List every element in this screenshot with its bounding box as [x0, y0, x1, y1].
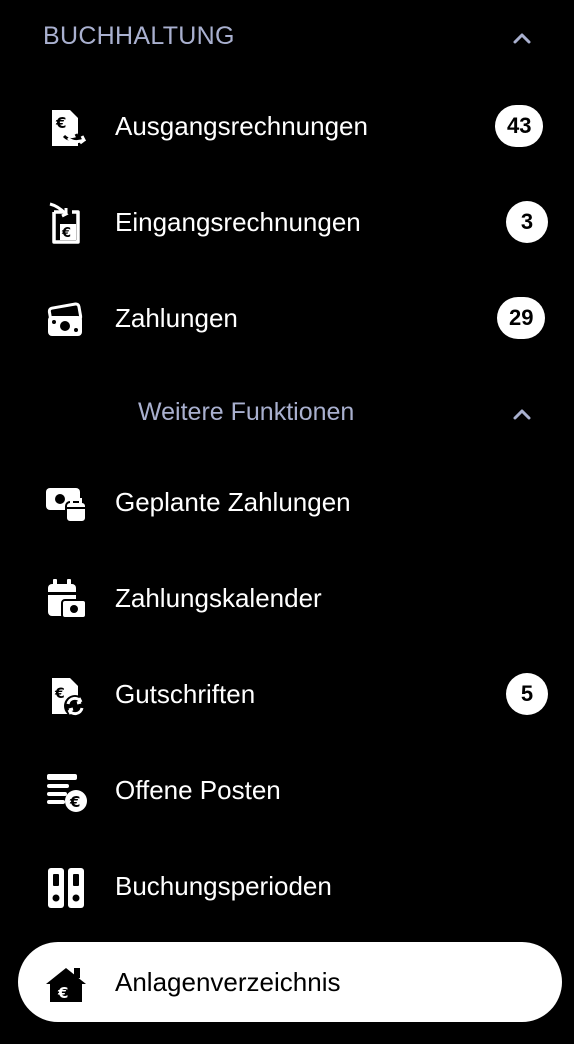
subsection-title: Weitere Funktionen [138, 398, 355, 426]
nav-item-zahlungen[interactable]: Zahlungen 29 [18, 278, 562, 358]
svg-text:€: € [54, 686, 65, 702]
chevron-up-icon[interactable] [512, 407, 532, 421]
nav-item-label: Zahlungskalender [115, 583, 322, 613]
nav-item-label: Zahlungen [115, 303, 238, 333]
payment-calendar-icon [48, 579, 87, 619]
count-badge: 29 [497, 297, 546, 339]
credit-note-icon: € [52, 678, 86, 717]
nav-item-gutschriften[interactable]: € Gutschriften 5 [18, 654, 562, 734]
nav-item-label: Gutschriften [115, 679, 256, 709]
nav-item-offene-posten[interactable]: € Offene Posten [18, 750, 562, 830]
count-badge: 43 [495, 105, 544, 147]
count-badge: 5 [506, 673, 548, 715]
nav-item-eingangsrechnungen[interactable]: € Eingangsrechnungen 3 [18, 182, 562, 262]
nav-item-label: Eingangsrechnungen [115, 207, 361, 237]
svg-text:€: € [69, 793, 80, 811]
open-items-icon: € [47, 774, 87, 812]
payments-icon [47, 302, 83, 336]
nav-item-geplante-zahlungen[interactable]: Geplante Zahlungen [18, 462, 562, 542]
nav-item-anlagenverzeichnis[interactable]: € Anlagenverzeichnis [18, 942, 562, 1022]
booking-periods-icon [48, 868, 84, 908]
count-badge: 3 [506, 201, 548, 243]
nav-item-zahlungskalender[interactable]: Zahlungskalender [18, 558, 562, 638]
nav-item-ausgangsrechnungen[interactable]: € Ausgangsrechnungen 43 [18, 86, 562, 166]
asset-register-icon: € [46, 968, 86, 1002]
nav-item-label: Buchungsperioden [115, 871, 332, 901]
svg-text:€: € [61, 226, 71, 241]
chevron-up-icon[interactable] [512, 31, 532, 45]
nav-item-label: Offene Posten [115, 775, 281, 805]
section-header-buchhaltung[interactable]: BUCHHALTUNG [0, 0, 574, 76]
scheduled-payments-icon [46, 488, 87, 523]
section-title: BUCHHALTUNG [43, 22, 235, 50]
nav-item-buchungsperioden[interactable]: Buchungsperioden [18, 846, 562, 926]
svg-text:€: € [57, 984, 68, 1002]
subsection-header-weitere-funktionen[interactable]: Weitere Funktionen [0, 380, 574, 450]
outgoing-invoice-icon: € [52, 110, 87, 146]
nav-item-label: Anlagenverzeichnis [115, 967, 341, 997]
nav-item-label: Geplante Zahlungen [115, 487, 351, 517]
incoming-invoice-icon: € [49, 202, 80, 244]
nav-item-label: Ausgangsrechnungen [115, 111, 368, 141]
svg-text:€: € [55, 114, 66, 132]
